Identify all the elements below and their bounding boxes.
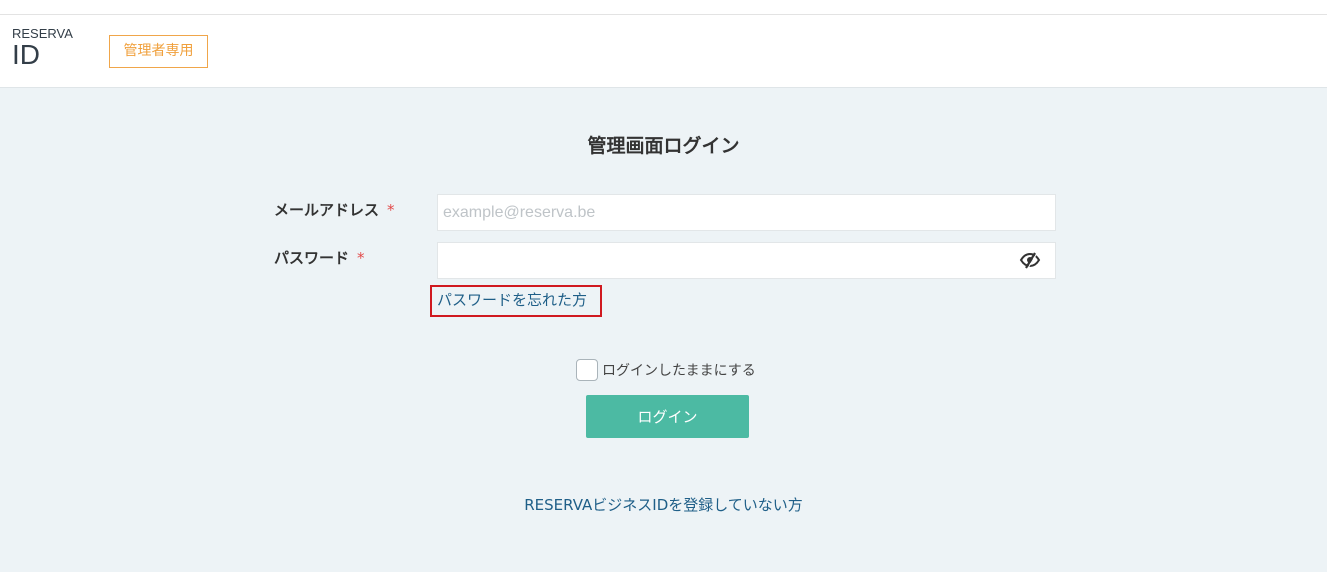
email-label-text: メールアドレス bbox=[274, 201, 380, 219]
password-required-mark: * bbox=[357, 249, 365, 267]
password-field[interactable] bbox=[437, 242, 1056, 279]
eye-slash-icon[interactable] bbox=[1019, 251, 1041, 270]
email-required-mark: * bbox=[387, 201, 395, 219]
forgot-password-link[interactable]: パスワードを忘れた方 bbox=[432, 287, 600, 313]
email-field[interactable] bbox=[437, 194, 1056, 231]
remember-me-checkbox[interactable] bbox=[576, 359, 598, 381]
password-label: パスワード * bbox=[274, 247, 365, 268]
remember-me[interactable]: ログインしたままにする bbox=[576, 358, 756, 382]
admin-only-badge: 管理者専用 bbox=[109, 35, 208, 68]
logo-line2: ID bbox=[12, 39, 40, 70]
forgot-password-highlight: パスワードを忘れた方 bbox=[430, 285, 602, 317]
register-section: RESERVAビジネスIDを登録していない方 bbox=[0, 494, 1327, 515]
header: RESERVA ID 管理者専用 bbox=[0, 15, 1327, 88]
password-label-text: パスワード bbox=[274, 249, 350, 267]
email-label: メールアドレス * bbox=[274, 199, 395, 220]
remember-me-label[interactable]: ログインしたままにする bbox=[602, 360, 756, 380]
login-button[interactable]: ログイン bbox=[586, 395, 749, 438]
register-link[interactable]: RESERVAビジネスIDを登録していない方 bbox=[524, 496, 803, 514]
reserva-id-logo[interactable]: RESERVA ID bbox=[12, 27, 73, 69]
page-title: 管理画面ログイン bbox=[587, 135, 740, 157]
